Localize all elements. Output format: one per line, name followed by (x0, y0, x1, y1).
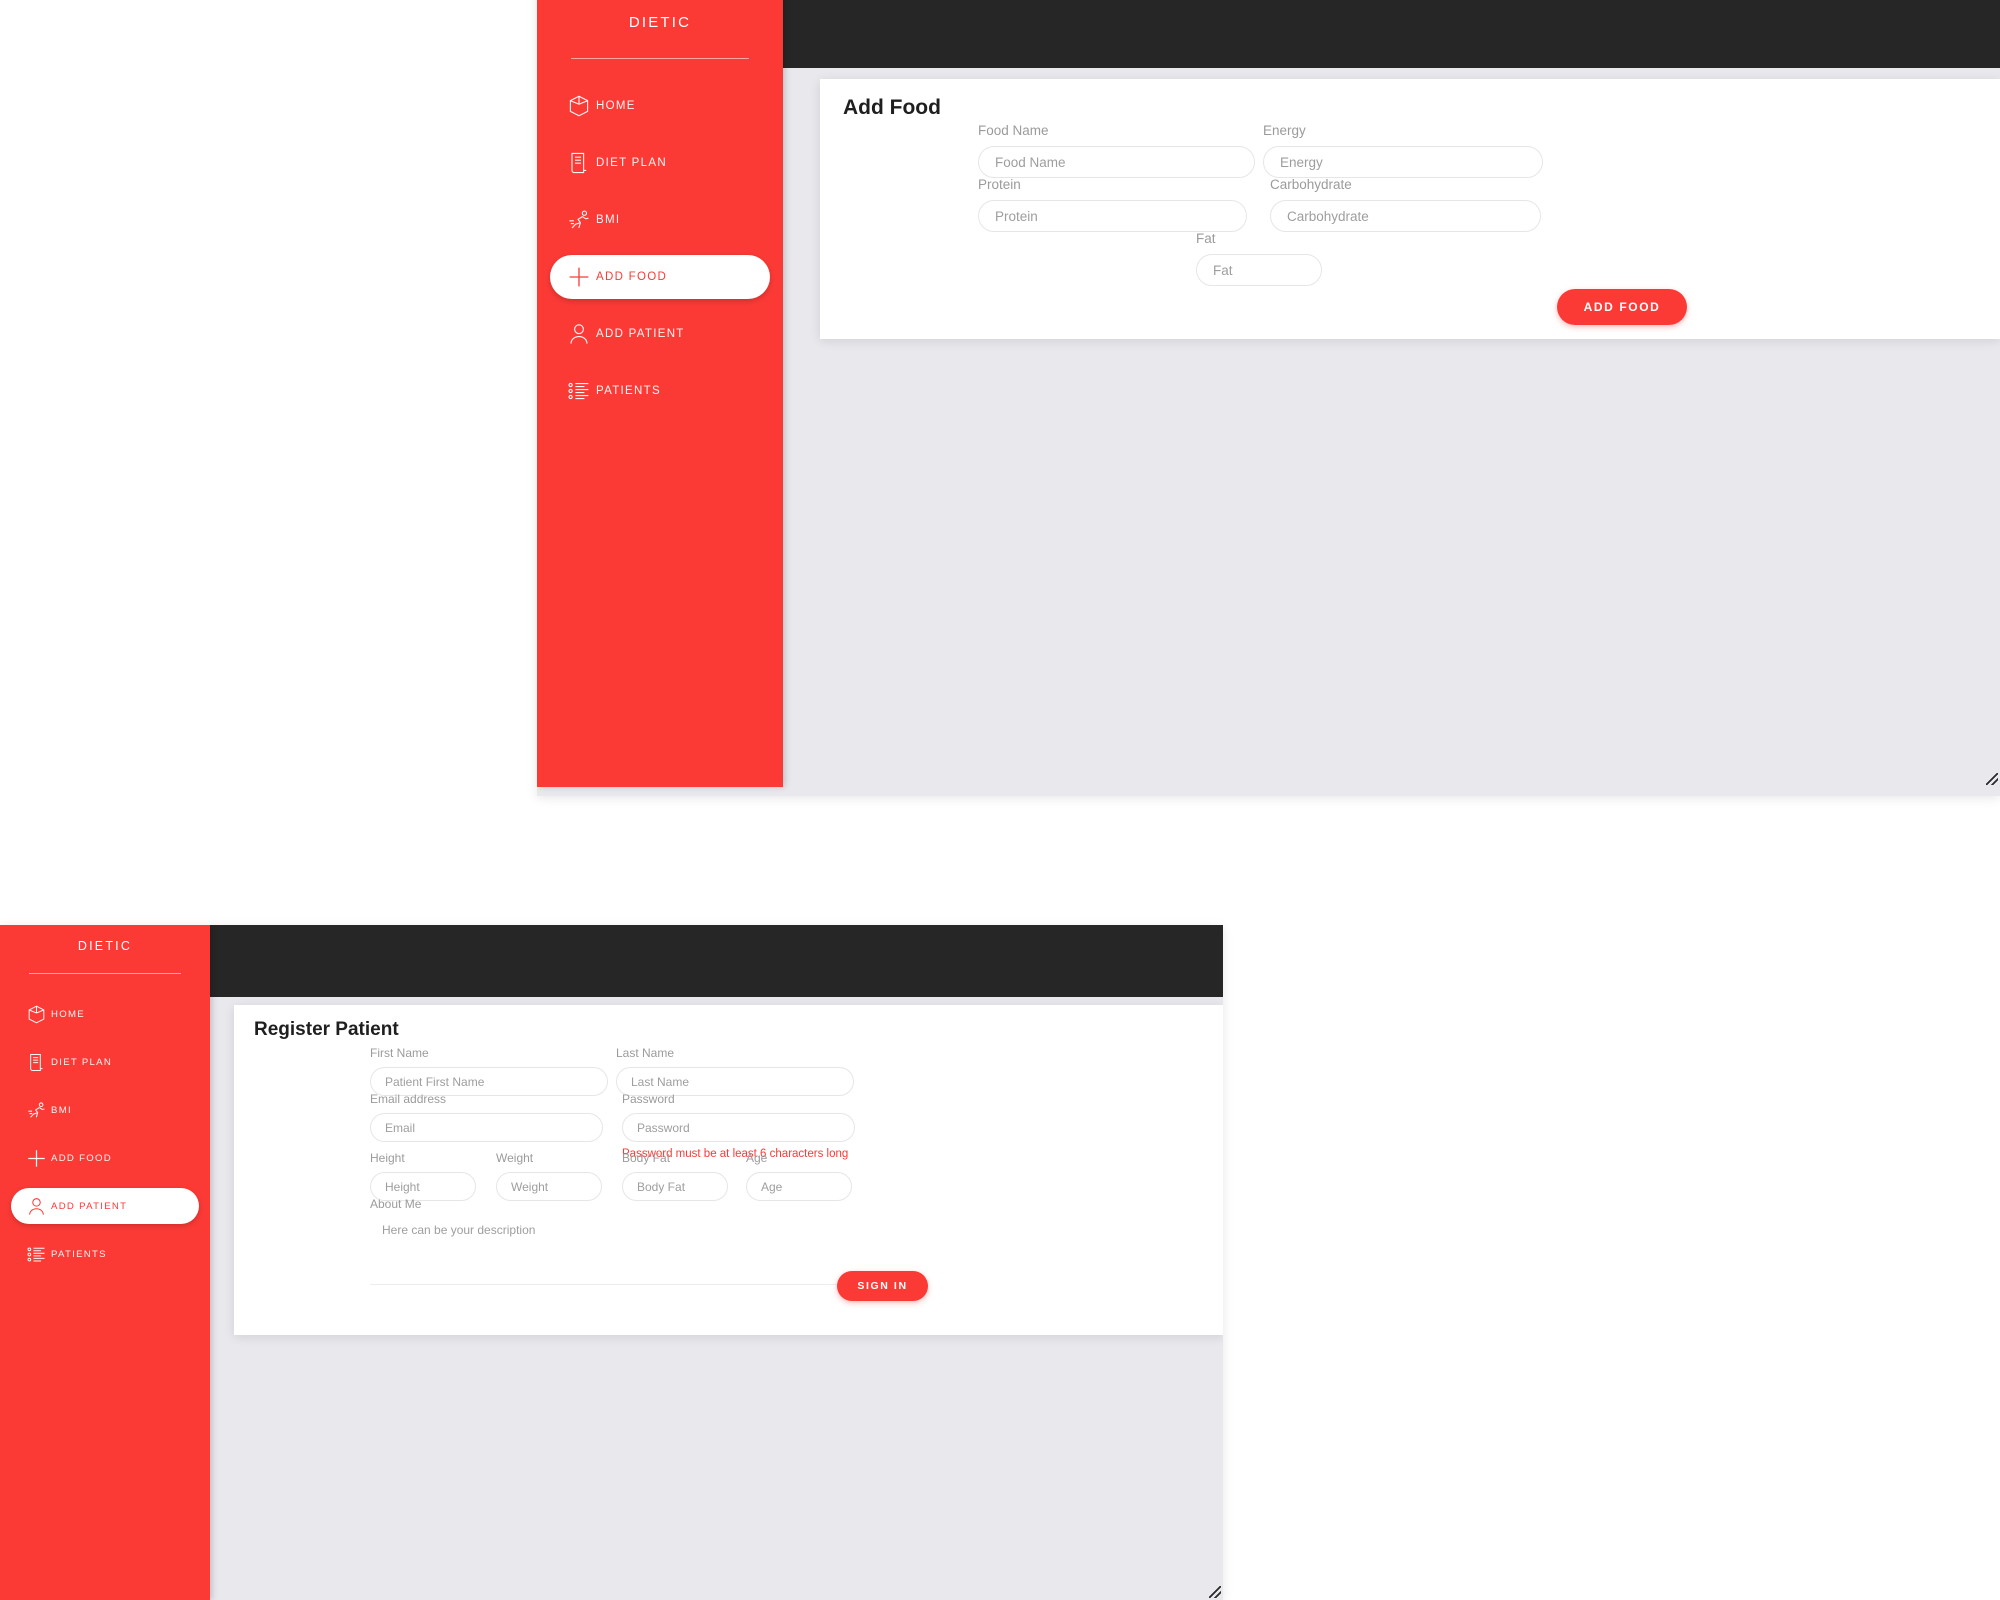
running-person-icon (562, 206, 596, 234)
sidebar-item-label: HOME (51, 1008, 85, 1020)
sidebar-item-label: BMI (596, 214, 621, 226)
food-name-input[interactable]: Food Name (978, 146, 1255, 178)
cube-icon (21, 1002, 51, 1026)
sidebar-item-label: ADD PATIENT (596, 328, 685, 340)
field-label: About Me (370, 1197, 422, 1211)
fat-input[interactable]: Fat (1196, 254, 1322, 286)
sidebar-nav: HOME DIET PLAN BMI ADD FOOD ADD PATIENT … (0, 996, 210, 1272)
field-label: Weight (496, 1151, 534, 1165)
field-last-name: Last Name Last Name (616, 1046, 854, 1096)
brand-divider (29, 973, 181, 974)
sidebar-item-diet-plan[interactable]: DIET PLAN (11, 1044, 199, 1080)
email-input[interactable]: Email (370, 1113, 603, 1142)
plus-icon (21, 1146, 51, 1170)
document-icon (21, 1050, 51, 1074)
field-protein: Protein Protein (978, 177, 1247, 232)
field-label: Food Name (978, 123, 1049, 138)
field-fat: Fat Fat (1196, 231, 1322, 286)
field-label: Carbohydrate (1270, 177, 1352, 192)
sidebar-item-label: DIET PLAN (596, 157, 667, 169)
field-label: Email address (370, 1092, 447, 1106)
plus-icon (562, 263, 596, 291)
top-bar (783, 0, 2000, 68)
sidebar-item-home[interactable]: HOME (550, 84, 770, 128)
field-height: Height Height (370, 1151, 476, 1201)
field-label: Energy (1263, 123, 1306, 138)
carbohydrate-input[interactable]: Carbohydrate (1270, 200, 1541, 232)
sidebar-nav: HOME DIET PLAN BMI ADD FOOD ADD PATIENT … (537, 84, 783, 413)
user-icon (562, 320, 596, 348)
document-icon (562, 149, 596, 177)
sidebar-item-label: DIET PLAN (51, 1056, 113, 1068)
sidebar: DIETIC HOME DIET PLAN BMI ADD FOOD ADD P… (537, 0, 783, 787)
sidebar-item-add-patient[interactable]: ADD PATIENT (550, 312, 770, 356)
list-icon (562, 377, 596, 405)
top-bar (210, 925, 1223, 997)
field-label: Body Fat (622, 1151, 671, 1165)
sidebar-item-bmi[interactable]: BMI (11, 1092, 199, 1128)
energy-input[interactable]: Energy (1263, 146, 1543, 178)
add-food-card: Add Food Food Name Food Name Energy Ener… (820, 79, 2000, 339)
password-input[interactable]: Password (622, 1113, 855, 1142)
resize-handle[interactable] (1209, 1586, 1221, 1598)
sidebar-item-patients[interactable]: PATIENTS (550, 369, 770, 413)
field-food-name: Food Name Food Name (978, 123, 1255, 178)
sidebar-item-label: PATIENTS (51, 1248, 107, 1260)
field-body-fat: Body Fat Body Fat (622, 1151, 728, 1201)
sidebar-item-patients[interactable]: PATIENTS (11, 1236, 199, 1272)
running-person-icon (21, 1098, 51, 1122)
field-label: Protein (978, 177, 1021, 192)
screenshot-stage: DIETIC HOME DIET PLAN BMI ADD FOOD ADD P… (0, 0, 2000, 1600)
sidebar-item-label: PATIENTS (596, 385, 661, 397)
field-label: Age (746, 1151, 768, 1165)
sidebar-item-label: ADD PATIENT (51, 1200, 128, 1212)
add-food-button[interactable]: ADD FOOD (1557, 289, 1687, 325)
sidebar-item-add-food[interactable]: ADD FOOD (11, 1140, 199, 1176)
user-icon (21, 1194, 51, 1218)
protein-input[interactable]: Protein (978, 200, 1247, 232)
cube-icon (562, 92, 596, 120)
brand-divider (571, 58, 749, 59)
sidebar-item-label: HOME (596, 100, 636, 112)
field-weight: Weight Weight (496, 1151, 602, 1201)
field-label: Last Name (616, 1046, 675, 1060)
sidebar-item-label: ADD FOOD (51, 1152, 113, 1164)
field-first-name: First Name Patient First Name (370, 1046, 608, 1096)
brand-title: DIETIC (628, 14, 692, 31)
sidebar-item-add-food[interactable]: ADD FOOD (550, 255, 770, 299)
sidebar-item-add-patient[interactable]: ADD PATIENT (11, 1188, 199, 1224)
page-title: Add Food (843, 96, 941, 119)
field-about-me: About Me Here can be your description (370, 1197, 858, 1285)
register-patient-window: DIETIC HOME DIET PLAN BMI ADD FOOD ADD P… (0, 925, 1223, 1600)
field-label: First Name (370, 1046, 429, 1060)
field-carbohydrate: Carbohydrate Carbohydrate (1270, 177, 1541, 232)
field-password: Password Password Password must be at le… (622, 1092, 855, 1160)
brand-title: DIETIC (77, 939, 133, 953)
field-email: Email address Email (370, 1092, 603, 1142)
field-energy: Energy Energy (1263, 123, 1543, 178)
sidebar-item-label: BMI (51, 1104, 72, 1116)
sidebar-item-bmi[interactable]: BMI (550, 198, 770, 242)
about-me-textarea[interactable]: Here can be your description (370, 1223, 858, 1285)
field-label: Height (370, 1151, 405, 1165)
resize-handle[interactable] (1986, 773, 1998, 785)
sidebar: DIETIC HOME DIET PLAN BMI ADD FOOD ADD P… (0, 925, 210, 1600)
sidebar-item-home[interactable]: HOME (11, 996, 199, 1032)
sidebar-item-diet-plan[interactable]: DIET PLAN (550, 141, 770, 185)
sidebar-item-label: ADD FOOD (596, 271, 668, 283)
register-patient-card: Register Patient First Name Patient Firs… (234, 1005, 1223, 1335)
add-food-window: DIETIC HOME DIET PLAN BMI ADD FOOD ADD P… (537, 0, 2000, 796)
list-icon (21, 1242, 51, 1266)
page-title: Register Patient (254, 1019, 399, 1040)
field-label: Password (622, 1092, 675, 1106)
sign-in-button[interactable]: SIGN IN (837, 1271, 928, 1301)
field-age: Age Age (746, 1151, 852, 1201)
field-label: Fat (1196, 231, 1216, 246)
